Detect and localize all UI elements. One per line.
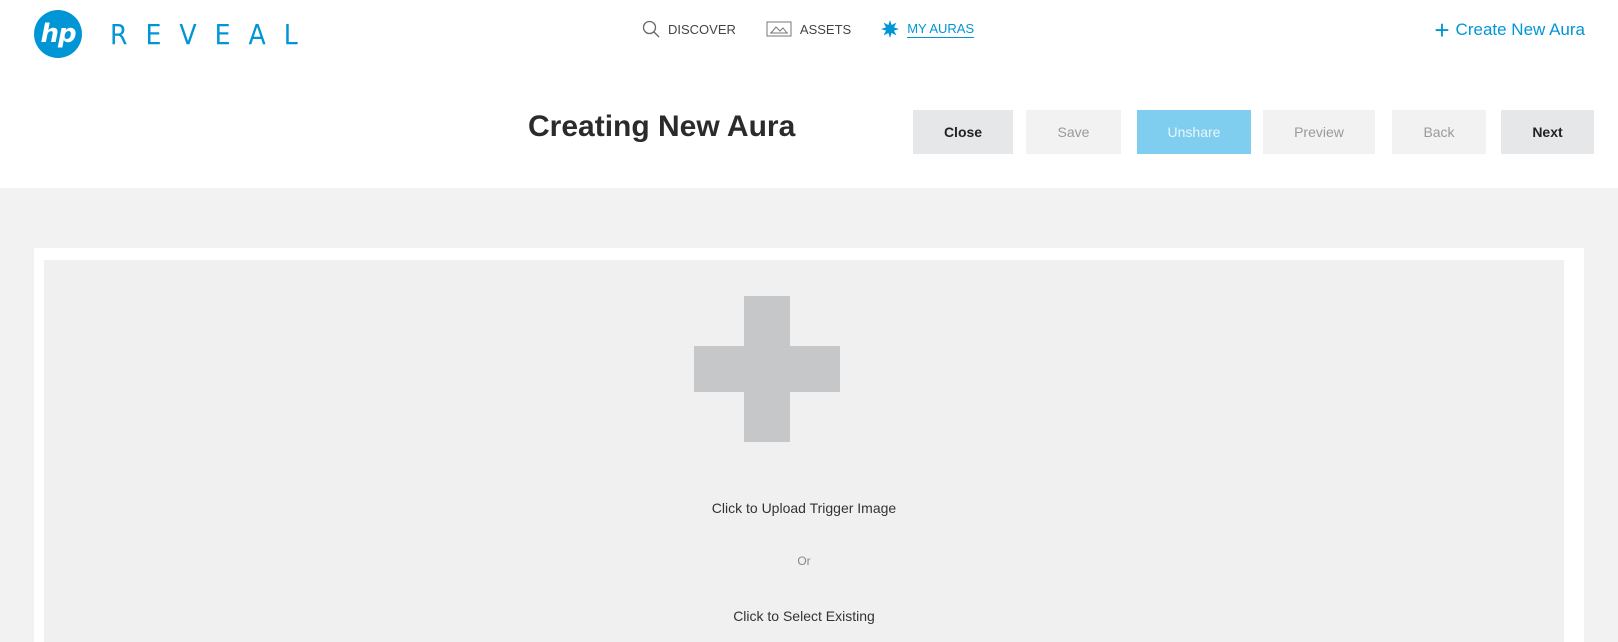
- back-button[interactable]: Back: [1392, 110, 1486, 154]
- hp-logo-icon: hp: [34, 10, 82, 58]
- or-separator: Or: [797, 554, 811, 568]
- select-existing-link[interactable]: Click to Select Existing: [44, 608, 1564, 624]
- search-icon: [642, 20, 660, 38]
- trigger-upload-dropzone[interactable]: Click to Upload Trigger Image Or Click t…: [44, 260, 1564, 642]
- nav-discover[interactable]: DISCOVER: [642, 20, 736, 38]
- aura-burst-icon: [881, 20, 900, 38]
- trigger-panel: Click to Upload Trigger Image Or Click t…: [34, 248, 1584, 642]
- create-new-aura-label: Create New Aura: [1455, 20, 1585, 39]
- main-nav: DISCOVER ASSETS MY AURAS: [642, 20, 1004, 38]
- nav-assets-label: ASSETS: [799, 21, 852, 37]
- hp-reveal-logo[interactable]: hp REVEAL: [34, 10, 316, 58]
- editor-header: Creating New Aura Close Save Unshare Pre…: [0, 72, 1618, 188]
- close-button[interactable]: Close: [913, 110, 1013, 154]
- save-button[interactable]: Save: [1026, 110, 1121, 154]
- image-icon: [766, 21, 792, 37]
- preview-button[interactable]: Preview: [1263, 110, 1375, 154]
- unshare-button[interactable]: Unshare: [1137, 110, 1251, 154]
- create-new-aura-link[interactable]: + Create New Aura: [1434, 15, 1585, 45]
- nav-discover-label: DISCOVER: [668, 21, 736, 37]
- workspace: Click to Upload Trigger Image Or Click t…: [0, 188, 1618, 642]
- nav-my-auras-label: MY AURAS: [907, 20, 975, 38]
- nav-my-auras[interactable]: MY AURAS: [881, 20, 975, 38]
- upload-trigger-image-link[interactable]: Click to Upload Trigger Image: [44, 500, 1564, 516]
- page-title: Creating New Aura: [528, 110, 796, 143]
- reveal-wordmark: REVEAL: [110, 17, 316, 51]
- top-navigation: hp REVEAL DISCOVER ASSETS MY AURAS + Cre…: [0, 0, 1618, 72]
- large-plus-icon-bar: [694, 346, 840, 392]
- next-button[interactable]: Next: [1501, 110, 1594, 154]
- plus-icon: +: [1434, 15, 1450, 45]
- nav-assets[interactable]: ASSETS: [766, 21, 851, 37]
